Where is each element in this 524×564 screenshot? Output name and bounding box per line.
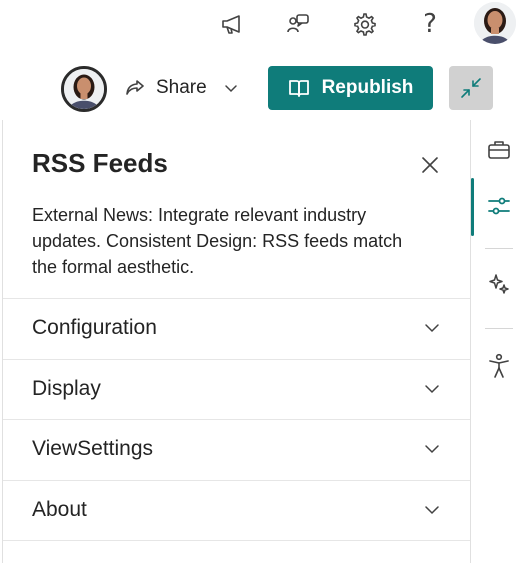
- share-button[interactable]: Share: [124, 72, 239, 104]
- right-rail: [470, 120, 524, 563]
- rail-separator: [485, 328, 513, 329]
- collapse-arrows-icon: [460, 77, 482, 99]
- sparkle-icon[interactable]: [485, 270, 513, 298]
- accordion-display[interactable]: Display: [3, 359, 470, 420]
- close-icon[interactable]: [417, 152, 443, 178]
- accordion-divider: [3, 540, 470, 564]
- chat-bubbles-icon[interactable]: [280, 6, 316, 42]
- chevron-down-icon: [423, 501, 441, 524]
- help-label: ?: [423, 9, 437, 39]
- republish-button[interactable]: Republish: [268, 66, 433, 110]
- accordion-configuration[interactable]: Configuration: [3, 298, 470, 359]
- author-avatar[interactable]: [61, 66, 107, 112]
- top-header: ?: [0, 0, 524, 48]
- accordion-label: Display: [32, 377, 101, 400]
- panel-description: External News: Integrate relevant indust…: [32, 205, 403, 277]
- megaphone-icon[interactable]: [214, 6, 250, 42]
- chevron-down-icon: [423, 440, 441, 463]
- accordion-label: Configuration: [32, 316, 157, 339]
- property-pane: RSS Feeds External News: Integrate relev…: [2, 120, 470, 563]
- chevron-down-icon: [423, 380, 441, 403]
- accordion-about[interactable]: About: [3, 480, 470, 541]
- share-icon: [124, 77, 146, 99]
- panel-title: RSS Feeds: [32, 148, 168, 178]
- share-label: Share: [156, 77, 207, 98]
- book-open-icon: [288, 78, 310, 98]
- collapse-button[interactable]: [449, 66, 493, 110]
- accordion-viewsettings[interactable]: ViewSettings: [3, 419, 470, 480]
- chevron-down-icon: [423, 319, 441, 342]
- help-icon[interactable]: ?: [412, 6, 448, 42]
- command-bar: Share Republish: [0, 60, 524, 116]
- user-avatar[interactable]: [474, 2, 516, 44]
- properties-sliders-icon[interactable]: [485, 192, 513, 220]
- rail-separator: [485, 248, 513, 249]
- chevron-down-icon[interactable]: [223, 80, 239, 96]
- rail-active-indicator: [471, 178, 474, 236]
- settings-icon[interactable]: [346, 6, 382, 42]
- toolbox-icon[interactable]: [485, 136, 513, 164]
- accessibility-icon[interactable]: [485, 352, 513, 380]
- republish-label: Republish: [321, 77, 414, 98]
- accordion-label: ViewSettings: [32, 437, 154, 460]
- accordion-label: About: [32, 498, 87, 521]
